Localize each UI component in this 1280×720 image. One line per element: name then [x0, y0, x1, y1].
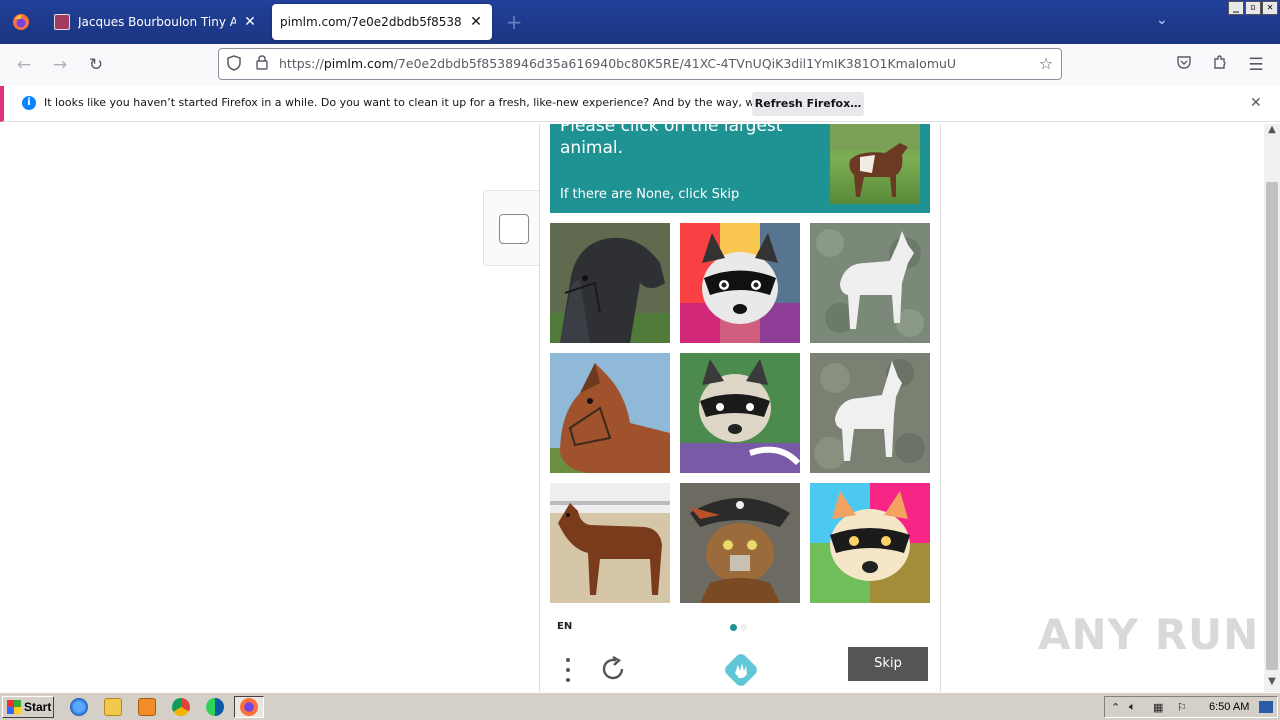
tab-strip: Jacques Bourboulon Tiny Angels _ ✕ pimlm…	[0, 0, 1280, 44]
navigation-toolbar: ← → ↻ https://pimlm.com/7e0e2dbdb5f85389…	[0, 44, 1280, 86]
skip-button[interactable]: Skip	[848, 647, 928, 681]
captcha-prompt-text: Please click on the largest animal.	[560, 124, 783, 158]
url-path: /7e0e2dbdb5f8538946d35a616940bc80K5RE/41…	[393, 56, 957, 71]
chrome-icon[interactable]	[172, 698, 190, 716]
raccoon-image	[680, 353, 800, 473]
list-all-tabs-icon[interactable]: ⌄	[1156, 12, 1168, 28]
windows-taskbar: Start ⌃ 🔈︎ ▦ ⚐ 6:50 AM	[0, 692, 1280, 720]
captcha-tile-5[interactable]	[680, 353, 800, 473]
reload-icon[interactable]: ↻	[84, 53, 108, 77]
cat-image	[680, 483, 800, 603]
internet-explorer-icon[interactable]	[70, 698, 88, 716]
example-image	[830, 124, 920, 204]
start-button[interactable]: Start	[2, 696, 54, 718]
goat-image	[810, 353, 930, 473]
site-favicon-icon	[54, 14, 70, 30]
scroll-down-icon[interactable]: ▼	[1264, 676, 1280, 692]
horse-image	[550, 223, 670, 343]
firefox-icon	[13, 14, 29, 30]
url-bar[interactable]: https://pimlm.com/7e0e2dbdb5f8538946d35a…	[218, 48, 1062, 80]
captcha-image-grid	[550, 223, 932, 605]
captcha-challenge: Please click on the largest animal. If t…	[539, 124, 941, 692]
file-explorer-icon[interactable]	[104, 698, 122, 716]
captcha-tile-7[interactable]	[550, 483, 670, 603]
notification-bar: i It looks like you haven’t started Fire…	[0, 86, 1280, 122]
close-notification-icon[interactable]: ✕	[1250, 95, 1262, 111]
windows-logo-icon	[7, 700, 21, 714]
lock-icon[interactable]	[253, 55, 271, 73]
clock: 6:50 AM	[1209, 701, 1250, 713]
hcaptcha-logo-icon[interactable]	[724, 653, 758, 687]
url-domain: pimlm.com	[323, 56, 394, 71]
page-dot	[740, 624, 747, 631]
extensions-icon[interactable]	[1208, 53, 1232, 77]
vertical-scrollbar[interactable]: ▲ ▼	[1264, 124, 1280, 692]
forward-arrow-icon[interactable]: →	[48, 53, 72, 77]
close-tab-icon[interactable]: ✕	[242, 14, 258, 30]
captcha-prompt-subtext: If there are None, click Skip	[560, 187, 740, 202]
firefox-icon	[240, 698, 258, 716]
system-tray: ⌃ 🔈︎ ▦ ⚐ 6:50 AM	[1104, 696, 1278, 718]
tab-pimlm[interactable]: pimlm.com/7e0e2dbdb5f8538946d35a6 ✕	[272, 4, 492, 40]
volume-icon[interactable]: 🔈︎	[1129, 701, 1136, 714]
captcha-tile-8[interactable]	[680, 483, 800, 603]
url-text[interactable]: https://pimlm.com/7e0e2dbdb5f8538946d35a…	[279, 56, 956, 71]
media-player-icon[interactable]	[138, 698, 156, 716]
show-hidden-icons-icon[interactable]: ⌃	[1111, 701, 1120, 714]
captcha-tile-3[interactable]	[810, 223, 930, 343]
firefox-taskbar-button[interactable]	[234, 696, 264, 718]
horse-image	[550, 353, 670, 473]
captcha-prompt-banner: Please click on the largest animal. If t…	[550, 124, 930, 213]
tab-title: Jacques Bourboulon Tiny Angels _	[78, 15, 236, 29]
captcha-tile-2[interactable]	[680, 223, 800, 343]
page-dot-active	[730, 624, 737, 631]
tab-title: pimlm.com/7e0e2dbdb5f8538946d35a6	[280, 15, 462, 29]
edge-icon[interactable]	[206, 698, 224, 716]
horse-image	[550, 483, 670, 603]
goat-image	[810, 223, 930, 343]
back-arrow-icon[interactable]: ←	[12, 53, 36, 77]
show-desktop-icon[interactable]	[1259, 701, 1273, 713]
raccoon-image	[680, 223, 800, 343]
captcha-tile-9[interactable]	[810, 483, 930, 603]
close-tab-icon[interactable]: ✕	[468, 14, 484, 30]
captcha-checkbox[interactable]	[499, 214, 529, 244]
notification-message: It looks like you haven’t started Firefo…	[44, 96, 829, 109]
more-options-icon[interactable]	[564, 655, 572, 685]
language-selector[interactable]: EN	[557, 621, 572, 632]
shield-icon[interactable]	[225, 55, 243, 73]
url-scheme: https://	[279, 56, 324, 71]
pocket-icon[interactable]	[1172, 53, 1196, 77]
pagination-dots	[730, 624, 760, 632]
captcha-tile-1[interactable]	[550, 223, 670, 343]
action-center-flag-icon[interactable]: ⚐	[1177, 701, 1187, 714]
restore-button[interactable]: ▫	[1245, 1, 1261, 15]
refresh-firefox-button[interactable]: Refresh Firefox…	[752, 92, 864, 116]
minimize-button[interactable]: _	[1228, 1, 1244, 15]
refresh-challenge-icon[interactable]	[600, 655, 626, 683]
network-icon[interactable]: ▦	[1153, 701, 1163, 714]
tab-jacques[interactable]: Jacques Bourboulon Tiny Angels _ ✕	[46, 4, 266, 40]
page-content: Please click on the largest animal. If t…	[0, 124, 1264, 692]
firefox-view-button[interactable]	[0, 0, 42, 44]
anyrun-watermark: ANY RUN	[1038, 610, 1260, 659]
scroll-up-icon[interactable]: ▲	[1264, 124, 1280, 140]
bookmark-star-icon[interactable]: ☆	[1037, 55, 1055, 73]
captcha-tile-4[interactable]	[550, 353, 670, 473]
close-window-button[interactable]: ✕	[1262, 1, 1278, 15]
start-label: Start	[24, 700, 52, 714]
new-tab-button[interactable]: +	[502, 10, 526, 34]
info-icon: i	[22, 96, 36, 110]
captcha-tile-6[interactable]	[810, 353, 930, 473]
raccoon-image	[810, 483, 930, 603]
app-menu-icon[interactable]: ☰	[1244, 53, 1268, 77]
scrollbar-thumb[interactable]	[1266, 182, 1278, 670]
